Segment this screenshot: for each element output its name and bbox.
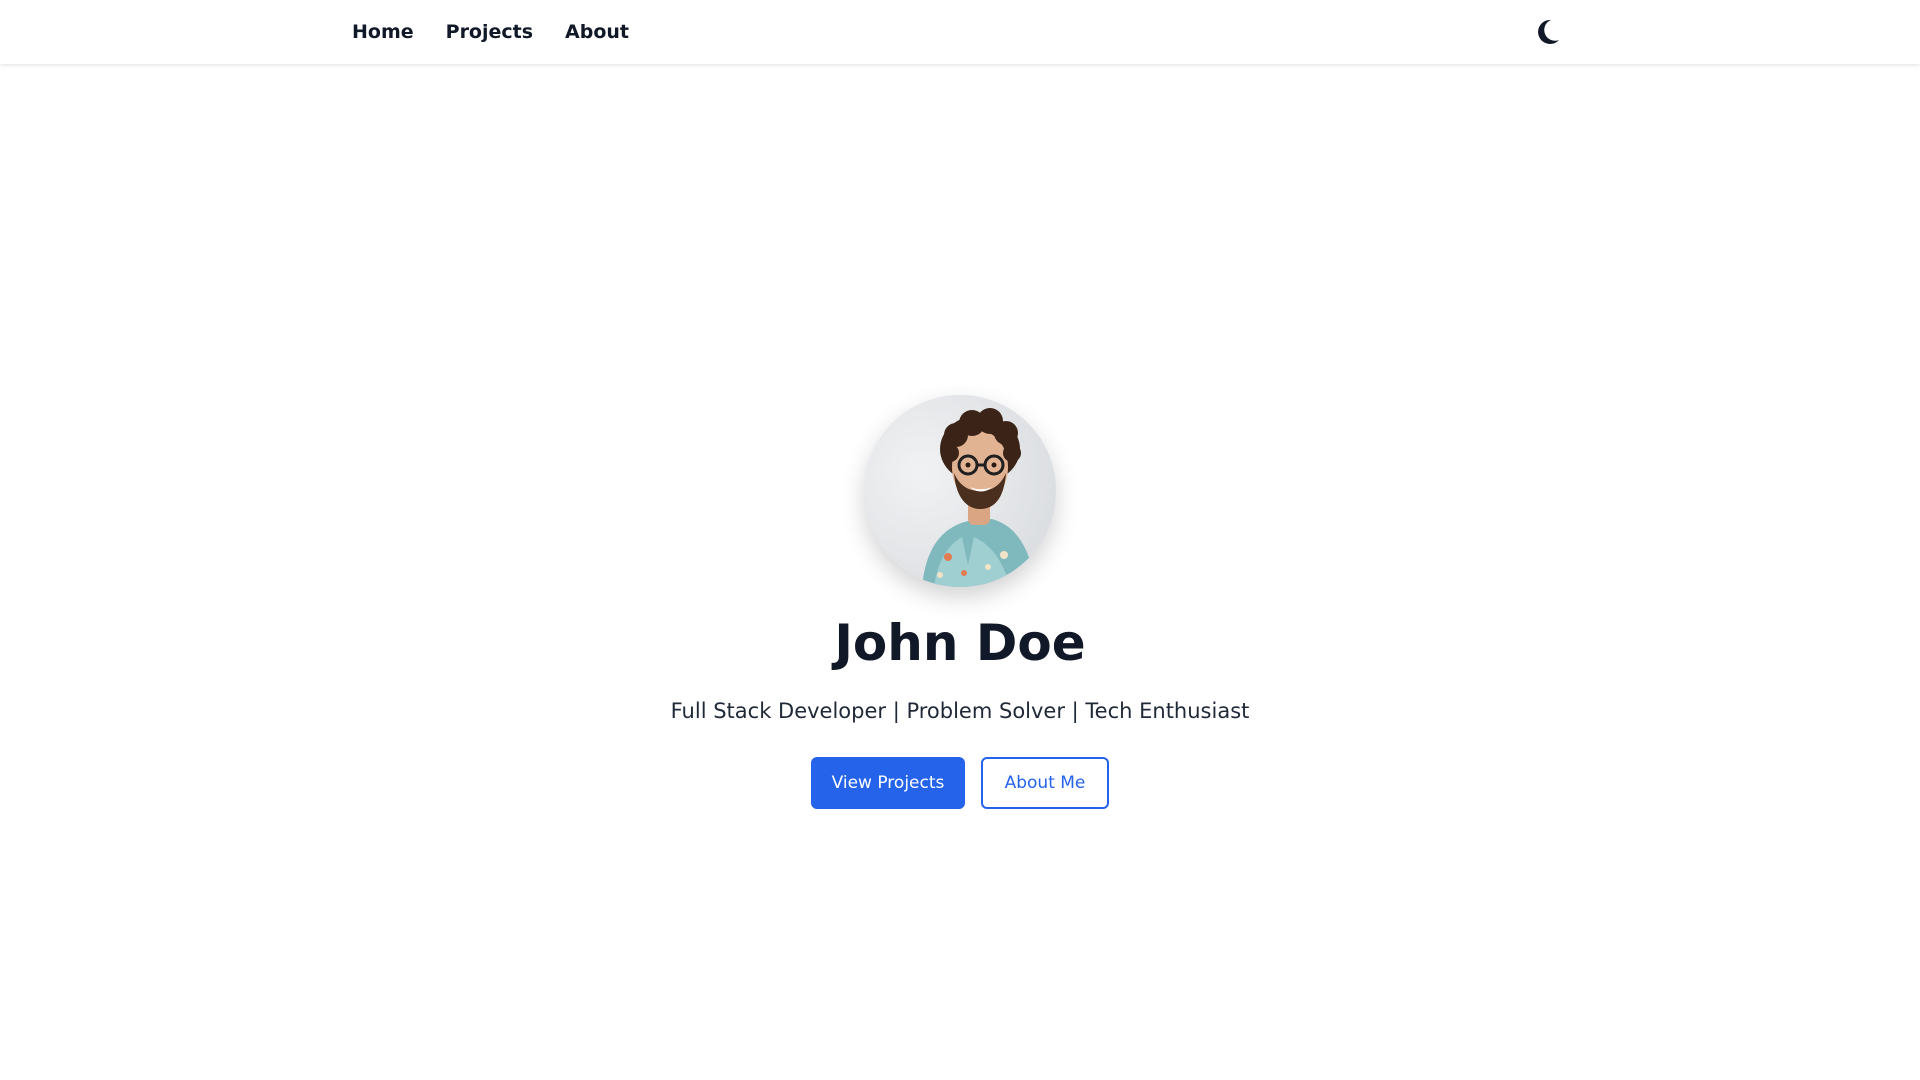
hero-buttons: View Projects About Me bbox=[811, 757, 1109, 809]
view-projects-button[interactable]: View Projects bbox=[811, 757, 965, 809]
hero-tagline: Full Stack Developer | Problem Solver | … bbox=[670, 699, 1250, 723]
hero-section: John Doe Full Stack Developer | Problem … bbox=[0, 395, 1920, 809]
moon-icon bbox=[1538, 19, 1559, 44]
nav-link-projects[interactable]: Projects bbox=[446, 21, 533, 43]
nav-link-about[interactable]: About bbox=[565, 21, 629, 43]
nav-link-home[interactable]: Home bbox=[352, 21, 414, 43]
nav-links: Home Projects About bbox=[352, 0, 629, 64]
avatar bbox=[864, 395, 1056, 587]
about-me-button[interactable]: About Me bbox=[981, 757, 1109, 809]
theme-toggle-button[interactable] bbox=[1532, 16, 1564, 48]
profile-photo-icon bbox=[864, 395, 1056, 587]
hero-name: John Doe bbox=[834, 614, 1086, 672]
navbar: Home Projects About bbox=[0, 0, 1920, 64]
